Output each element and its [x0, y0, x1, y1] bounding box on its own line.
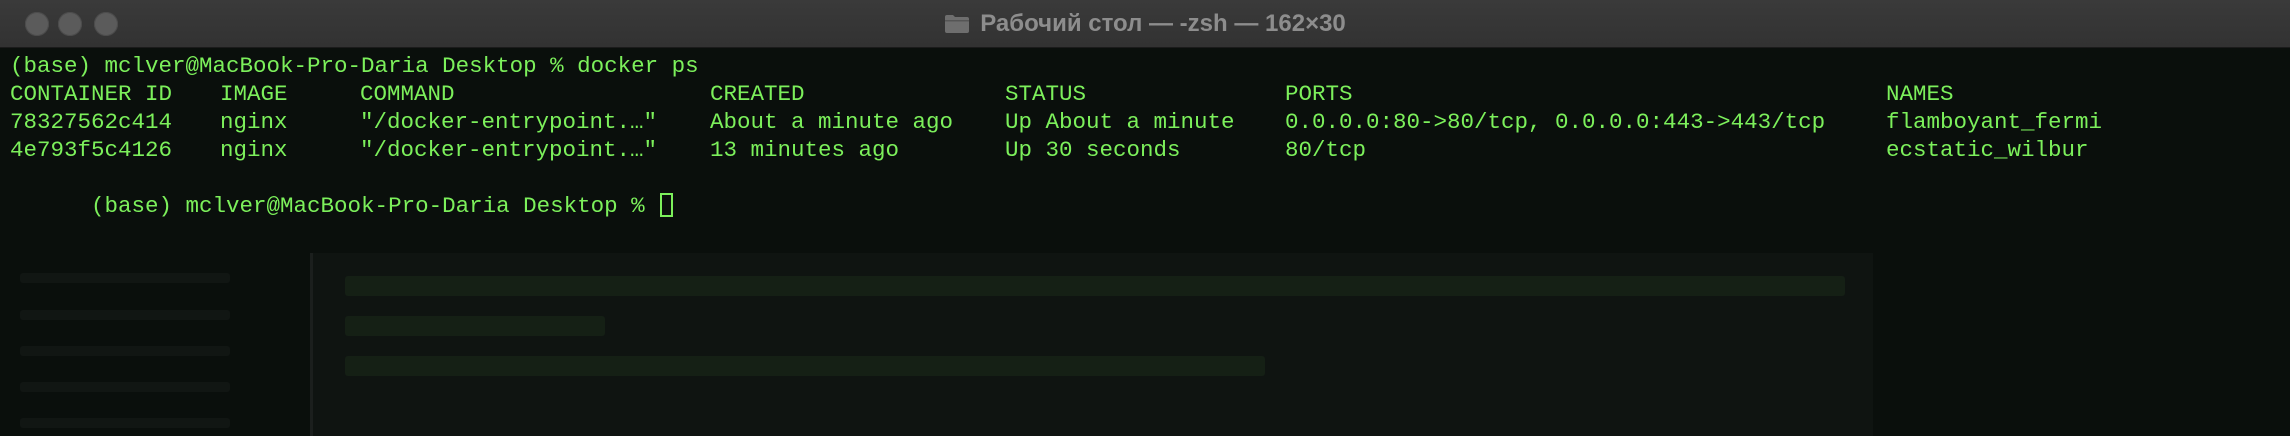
- table-row: 4e793f5c4126 nginx "/docker-entrypoint.……: [10, 136, 2089, 164]
- folder-icon: [944, 14, 970, 34]
- command-line: (base) mclver@MacBook-Pro-Daria Desktop …: [10, 53, 699, 79]
- header-created: CREATED: [710, 81, 805, 107]
- window-title-container: Рабочий стол — -zsh — 162×30: [0, 0, 2290, 47]
- command-cell: "/docker-entrypoint.…": [360, 137, 658, 163]
- header-command: COMMAND: [360, 81, 455, 107]
- window-title: Рабочий стол — -zsh — 162×30: [980, 9, 1346, 37]
- terminal-window: Рабочий стол — -zsh — 162×30 (base) mclv…: [0, 0, 2290, 436]
- container-id-cell: 78327562c414: [10, 109, 173, 135]
- table-header-row: CONTAINER ID IMAGE COMMAND CREATED STATU…: [10, 80, 1954, 108]
- background-reflection-line: [345, 316, 605, 336]
- header-image: IMAGE: [220, 81, 288, 107]
- status-cell: Up About a minute: [1005, 109, 1235, 135]
- image-cell: nginx: [220, 109, 288, 135]
- title-bar[interactable]: Рабочий стол — -zsh — 162×30: [0, 0, 2290, 48]
- background-reflection-line: [345, 356, 1265, 376]
- prompt-text: (base) mclver@MacBook-Pro-Daria Desktop …: [91, 193, 659, 219]
- status-cell: Up 30 seconds: [1005, 137, 1181, 163]
- created-cell: About a minute ago: [710, 109, 954, 135]
- header-status: STATUS: [1005, 81, 1087, 107]
- header-container-id: CONTAINER ID: [10, 81, 173, 107]
- prompt-line[interactable]: (base) mclver@MacBook-Pro-Daria Desktop …: [10, 164, 699, 219]
- background-reflection-line: [345, 276, 1845, 296]
- ports-cell: 80/tcp: [1285, 137, 1367, 163]
- created-cell: 13 minutes ago: [710, 137, 900, 163]
- background-reflection-line: [20, 418, 230, 428]
- command-cell: "/docker-entrypoint.…": [360, 109, 658, 135]
- names-cell: ecstatic_wilbur: [1886, 137, 2089, 163]
- container-id-cell: 4e793f5c4126: [10, 137, 173, 163]
- terminal-output: (base) mclver@MacBook-Pro-Daria Desktop …: [10, 52, 2102, 219]
- text-cursor: [660, 193, 674, 217]
- names-cell: flamboyant_fermi: [1886, 109, 2103, 135]
- table-row: 78327562c414 nginx "/docker-entrypoint.……: [10, 108, 2102, 136]
- header-ports: PORTS: [1285, 81, 1353, 107]
- image-cell: nginx: [220, 137, 288, 163]
- header-names: NAMES: [1886, 81, 1954, 107]
- ports-cell: 0.0.0.0:80->80/tcp, 0.0.0.0:443->443/tcp: [1285, 109, 1826, 135]
